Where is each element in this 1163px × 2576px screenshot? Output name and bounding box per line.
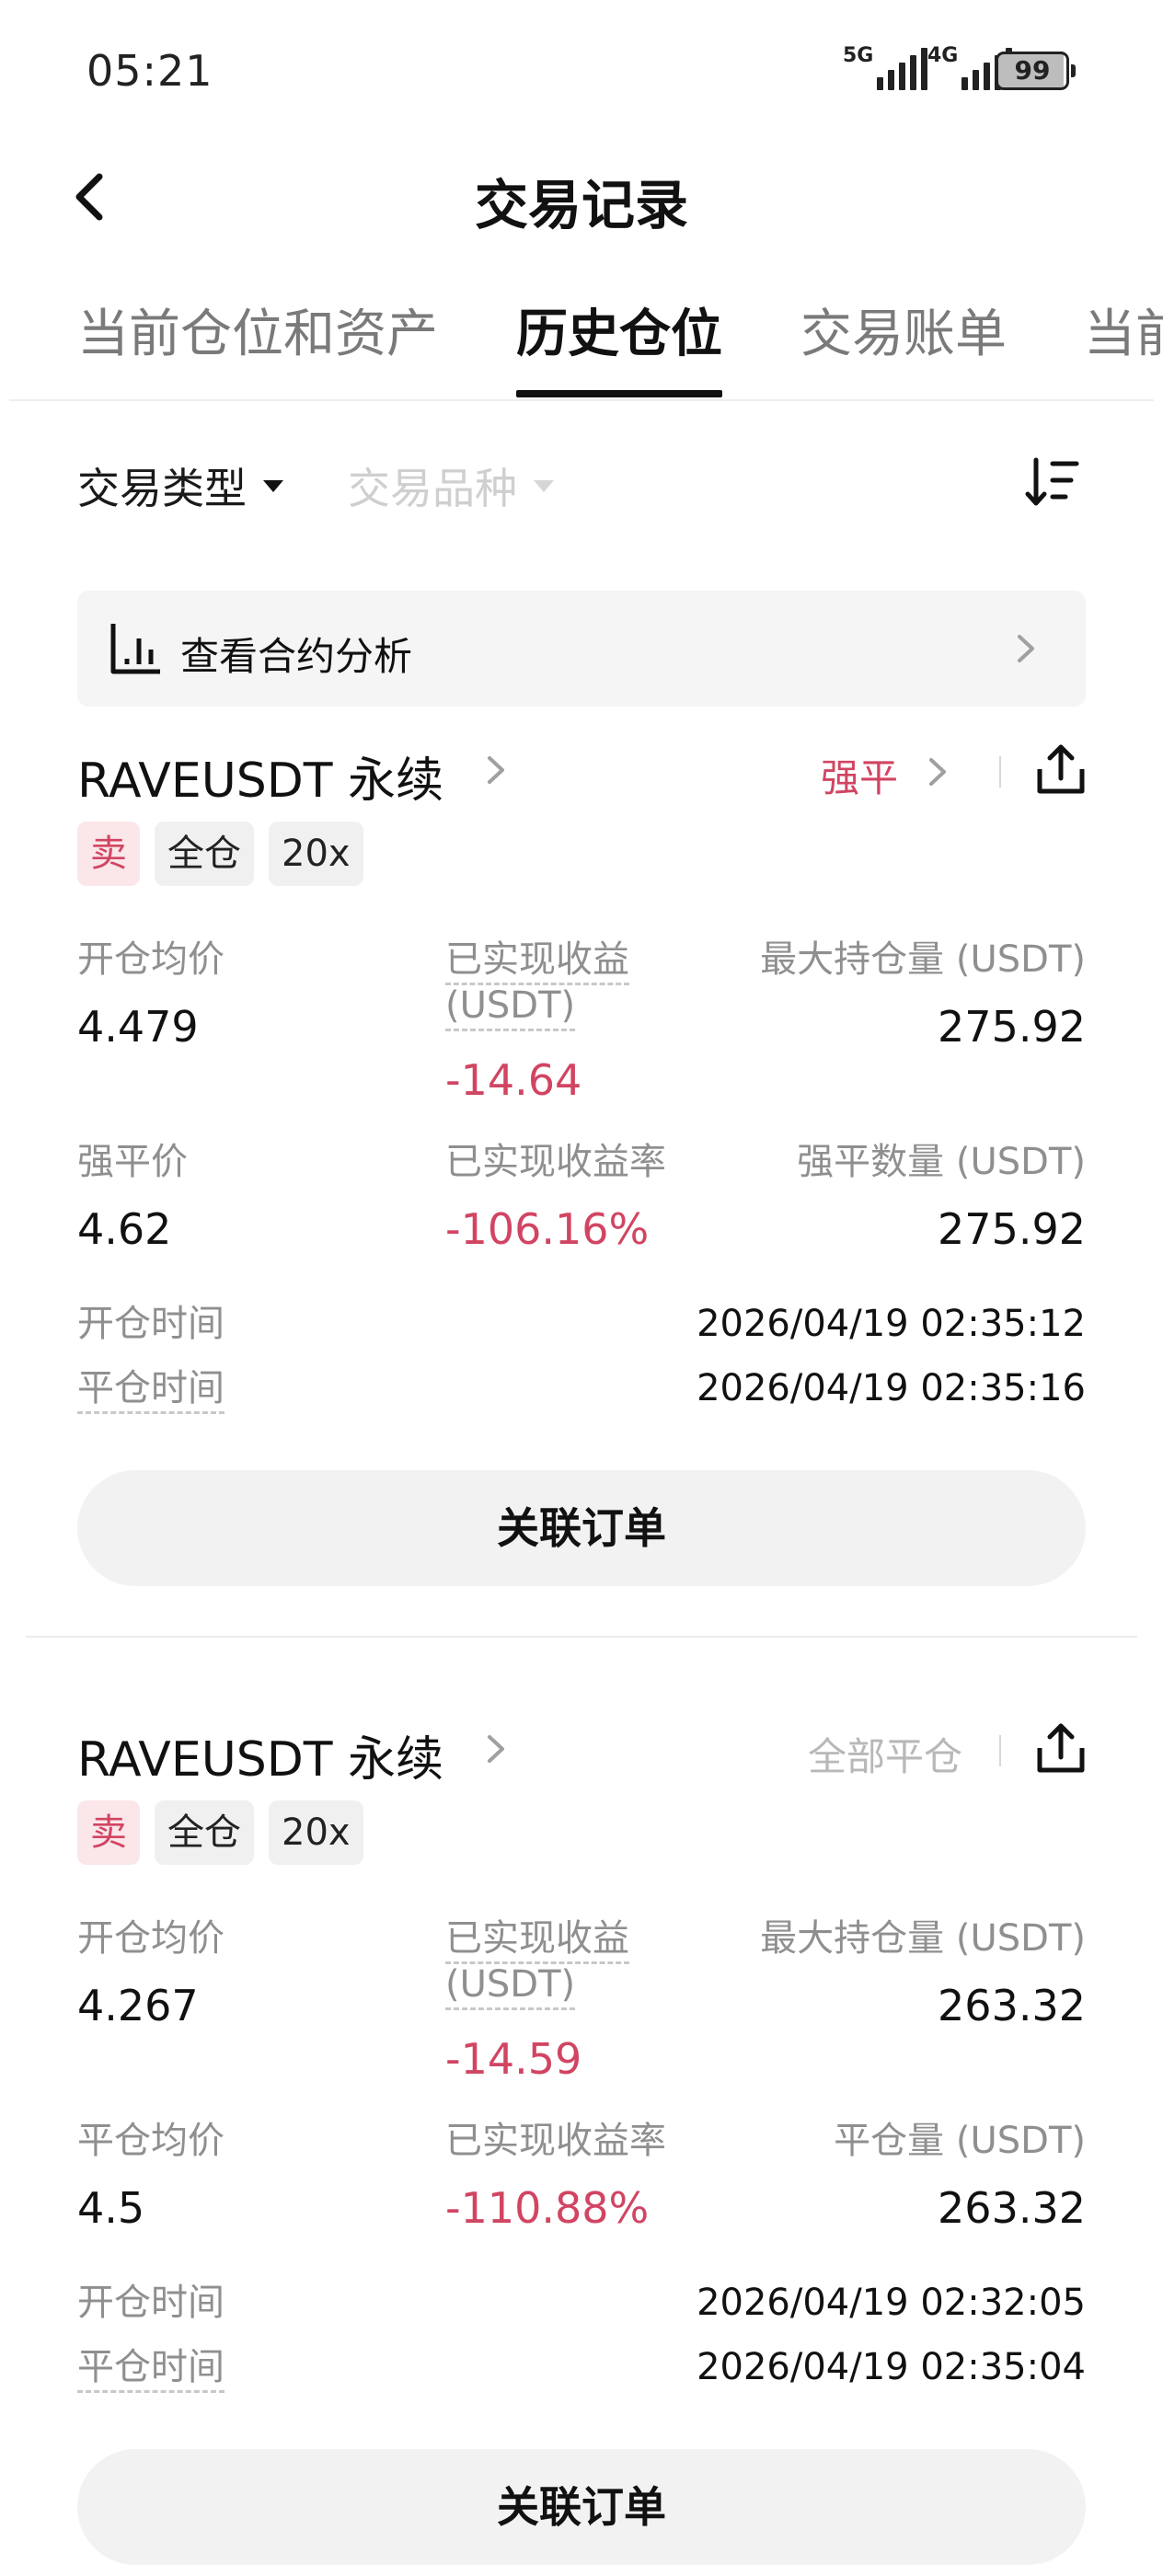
sort-icon (1025, 457, 1079, 506)
trade-symbol-filter[interactable]: 交易品种 (348, 455, 554, 516)
battery-icon: 99 (996, 52, 1076, 90)
tab-current-orders[interactable]: 当前委托 (1084, 293, 1163, 367)
contract-analysis-banner[interactable]: 查看合约分析 (77, 591, 1086, 707)
position-status[interactable]: 强平 (821, 747, 898, 803)
status-time: 05:21 (86, 46, 213, 96)
position-status: 全部平仓 (808, 1734, 963, 1779)
realized-pnl-unit[interactable]: (USDT) (445, 983, 576, 1031)
realized-pnl-rate-value: -106.16% (445, 1204, 650, 1254)
close-qty-label: 平仓量 (USDT) (834, 2120, 1086, 2162)
status-bar: 05:21 5G 4G 99 (0, 0, 1163, 138)
avg-open-label: 开仓均价 (77, 938, 225, 981)
close-time-value: 2026/04/19 02:35:16 (697, 1367, 1086, 1409)
realized-pnl-rate-value: -110.88% (445, 2183, 650, 2233)
max-position-value: 263.32 (938, 1981, 1086, 2030)
avg-open-value: 4.267 (77, 1981, 199, 2030)
tab-history-positions[interactable]: 历史仓位 (516, 293, 722, 367)
realized-pnl-label[interactable]: 已实现收益 (445, 937, 629, 985)
margin-mode-badge: 全仓 (155, 822, 254, 886)
related-orders-button[interactable]: 关联订单 (77, 2449, 1086, 2565)
chevron-right-icon[interactable] (478, 747, 515, 793)
realized-pnl-value: -14.64 (445, 1055, 582, 1105)
caret-down-icon (263, 479, 283, 492)
share-icon[interactable] (1034, 742, 1088, 797)
close-time-label[interactable]: 平仓时间 (77, 2344, 225, 2393)
realized-pnl-label[interactable]: 已实现收益 (445, 1915, 629, 1964)
side-badge: 卖 (77, 822, 140, 886)
sort-button[interactable] (1023, 453, 1082, 512)
close-time-label[interactable]: 平仓时间 (77, 1365, 225, 1414)
chevron-right-icon[interactable] (920, 749, 957, 795)
vertical-divider (999, 756, 1001, 788)
banner-label: 查看合约分析 (180, 634, 413, 679)
liquidation-price-label: 强平价 (77, 1141, 188, 1183)
open-time-value: 2026/04/19 02:35:12 (697, 1303, 1086, 1345)
close-qty-value: 263.32 (938, 2183, 1086, 2233)
chevron-right-icon (1018, 635, 1034, 662)
avg-close-label: 平仓均价 (77, 2120, 225, 2162)
open-time-label: 开仓时间 (77, 2282, 225, 2324)
avg-open-value: 4.479 (77, 1002, 199, 1052)
related-orders-button[interactable]: 关联订单 (77, 1470, 1086, 1586)
liquidation-price-value: 4.62 (77, 1204, 172, 1254)
leverage-badge: 20x (269, 1800, 363, 1865)
liquidation-qty-value: 275.92 (938, 1204, 1086, 1254)
position-symbol[interactable]: RAVEUSDT 永续 (77, 742, 443, 811)
max-position-label: 最大持仓量 (USDT) (760, 1917, 1086, 1960)
side-badge: 卖 (77, 1800, 140, 1865)
trade-type-filter[interactable]: 交易类型 (77, 455, 283, 516)
margin-mode-badge: 全仓 (155, 1800, 254, 1865)
tab-bar: 当前仓位和资产 历史仓位 交易账单 当前委托 (0, 293, 1163, 403)
realized-pnl-value: -14.59 (445, 2034, 582, 2084)
realized-pnl-unit[interactable]: (USDT) (445, 1961, 576, 2010)
position-badges: 卖 全仓 20x (77, 1800, 378, 1865)
close-time-value: 2026/04/19 02:35:04 (697, 2346, 1086, 2388)
realized-pnl-rate-label: 已实现收益率 (445, 2120, 666, 2162)
share-icon[interactable] (1034, 1720, 1088, 1776)
max-position-value: 275.92 (938, 1002, 1086, 1052)
max-position-label: 最大持仓量 (USDT) (760, 938, 1086, 981)
open-time-label: 开仓时间 (77, 1303, 225, 1345)
vertical-divider (999, 1735, 1001, 1766)
realized-pnl-rate-label: 已实现收益率 (445, 1141, 666, 1183)
caret-down-icon (534, 479, 554, 492)
tabs-divider (9, 399, 1154, 401)
active-tab-indicator (516, 390, 722, 397)
card-divider (26, 1636, 1137, 1638)
avg-close-value: 4.5 (77, 2183, 145, 2233)
position-badges: 卖 全仓 20x (77, 822, 378, 886)
leverage-badge: 20x (269, 822, 363, 886)
chevron-right-icon[interactable] (478, 1726, 515, 1772)
avg-open-label: 开仓均价 (77, 1917, 225, 1960)
position-symbol[interactable]: RAVEUSDT 永续 (77, 1720, 443, 1789)
signal-5g-icon: 5G (843, 46, 932, 90)
tab-trade-bills[interactable]: 交易账单 (800, 293, 1007, 367)
bar-chart-icon (110, 624, 160, 674)
open-time-value: 2026/04/19 02:32:05 (697, 2282, 1086, 2324)
tab-current-positions[interactable]: 当前仓位和资产 (77, 293, 438, 367)
page-title: 交易记录 (474, 174, 688, 236)
liquidation-qty-label: 强平数量 (USDT) (797, 1141, 1086, 1183)
